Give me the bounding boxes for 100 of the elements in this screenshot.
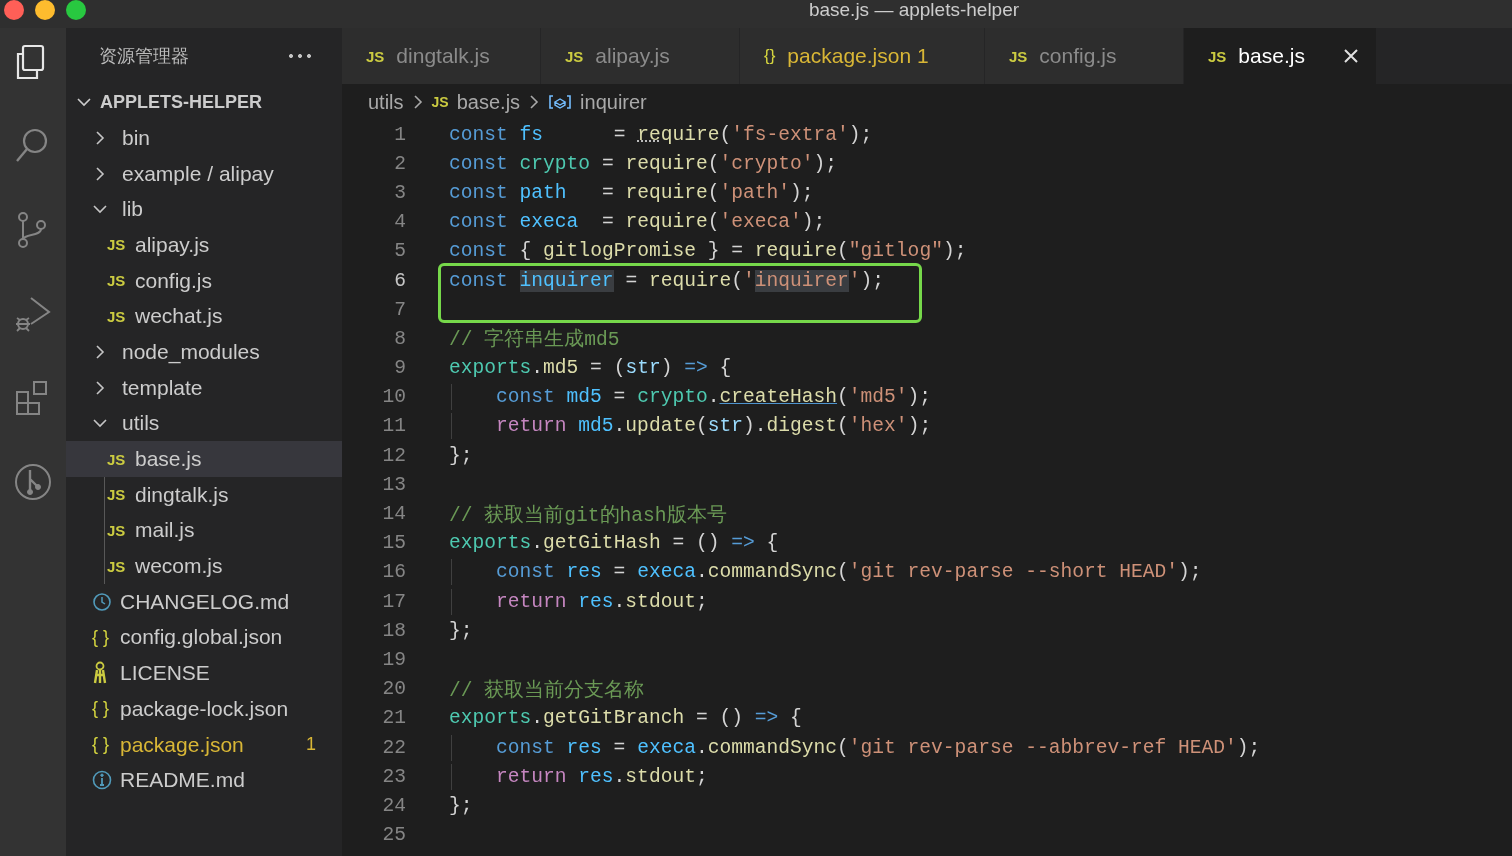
breadcrumb-item[interactable]: utils <box>368 90 404 114</box>
window-title: base.js — applets-helper <box>807 0 1021 21</box>
explorer-title: 资源管理器 <box>99 45 189 68</box>
file-item[interactable]: { } config.global.json <box>66 619 342 656</box>
js-file-icon: JS <box>107 557 126 575</box>
symbol-variable-icon <box>548 94 573 110</box>
editor-tab[interactable]: JS alipay.js <box>541 28 740 84</box>
code-line: const execa = require('execa'); <box>449 211 826 234</box>
line-number: 23 <box>381 765 406 788</box>
code-line: const res = execa.commandSync('git rev-parse --abbrev-ref HEAD'); <box>449 736 1261 759</box>
js-file-icon: JS <box>431 94 449 110</box>
more-icon[interactable] <box>288 53 312 59</box>
file-item[interactable]: CHANGELOG.md <box>66 583 342 620</box>
clock-icon <box>92 591 112 612</box>
code-line: exports.getGitHash = () => { <box>449 532 779 555</box>
code-line: return res.stdout; <box>449 765 708 788</box>
line-number: 21 <box>381 707 406 730</box>
window-close-button[interactable] <box>4 0 24 20</box>
line-number: 15 <box>381 532 406 555</box>
folder-item[interactable]: bin <box>66 120 342 156</box>
js-file-icon: JS <box>107 521 126 539</box>
window-zoom-button[interactable] <box>66 0 86 20</box>
code-line: }; <box>449 619 473 642</box>
code-line: const { gitlogPromise } = require("gitlog"); <box>449 240 967 263</box>
code-line: // 获取当前分支名称 <box>449 678 645 703</box>
line-number: 12 <box>381 444 406 467</box>
json-file-icon: { } <box>92 626 110 648</box>
git-graph-icon[interactable] <box>13 462 53 502</box>
code-line: return md5.update(str).digest('hex'); <box>449 415 932 438</box>
line-number: 8 <box>393 327 406 350</box>
editor-tab[interactable]: JS base.js <box>1184 28 1377 84</box>
js-file-icon: JS <box>107 272 126 290</box>
code-line: }; <box>449 794 473 817</box>
problem-count: 1 <box>306 734 316 756</box>
breadcrumb-item[interactable]: base.js <box>456 90 521 114</box>
editor-tab[interactable]: JS config.js <box>985 28 1184 84</box>
project-name: APPLETS-HELPER <box>100 91 263 113</box>
line-number: 17 <box>381 590 406 613</box>
close-icon[interactable] <box>1342 48 1359 64</box>
line-number: 1 <box>393 123 406 146</box>
code-line: exports.getGitBranch = () => { <box>449 707 802 730</box>
line-number: 14 <box>381 503 406 526</box>
js-file-icon: JS <box>107 486 126 504</box>
line-number: 18 <box>381 619 406 642</box>
code-line: return res.stdout; <box>449 590 708 613</box>
line-number: 20 <box>381 678 406 701</box>
run-debug-icon[interactable] <box>13 294 53 334</box>
file-item[interactable]: JS mail.js <box>66 512 342 549</box>
editor-tab[interactable]: JS dingtalk.js <box>342 28 541 84</box>
line-number: 19 <box>381 648 406 671</box>
chevron-icon <box>411 94 424 110</box>
code-line: // 字符串生成md5 <box>449 327 620 353</box>
file-item[interactable]: JS base.js <box>66 441 342 477</box>
file-item[interactable]: JS dingtalk.js <box>66 476 342 513</box>
editor-tab[interactable]: {} package.json 1 <box>740 28 985 84</box>
line-number: 3 <box>393 181 406 204</box>
js-file-icon: JS <box>107 307 126 325</box>
line-number: 10 <box>381 386 406 409</box>
file-item[interactable]: { } package-lock.json <box>66 691 342 727</box>
code-line: const crypto = require('crypto'); <box>449 152 838 175</box>
folder-item[interactable]: utils <box>66 405 342 442</box>
line-number: 2 <box>393 152 406 175</box>
line-number: 9 <box>393 357 406 380</box>
line-number: 24 <box>381 794 406 817</box>
json-file-icon: { } <box>92 698 110 720</box>
code-line: // 获取当前git的hash版本号 <box>449 503 727 528</box>
line-number: 6 <box>393 269 406 292</box>
file-item[interactable]: { } package.json 1 <box>66 726 342 763</box>
line-number: 7 <box>393 298 406 321</box>
file-item[interactable]: JS wecom.js <box>66 548 342 584</box>
line-number: 5 <box>393 240 406 263</box>
line-number: 13 <box>381 473 406 496</box>
line-number: 4 <box>393 211 406 234</box>
file-item[interactable]: README.md <box>66 762 342 799</box>
code-line: const inquirer = require('inquirer'); <box>449 269 885 292</box>
code-line: const path = require('path'); <box>449 181 814 204</box>
chevron-icon <box>528 94 541 110</box>
code-line: exports.md5 = (str) => { <box>449 357 732 380</box>
file-item[interactable]: JS config.js <box>66 262 342 299</box>
file-item[interactable]: JS wechat.js <box>66 298 342 335</box>
code-line: }; <box>449 444 473 467</box>
line-number: 16 <box>381 561 406 584</box>
line-number: 11 <box>381 415 406 438</box>
info-icon <box>92 770 112 791</box>
code-line: const md5 = crypto.createHash('md5'); <box>449 386 932 409</box>
window-minimize-button[interactable] <box>35 0 55 20</box>
folder-item[interactable]: lib <box>66 191 342 228</box>
folder-item[interactable]: example / alipay <box>66 155 342 192</box>
line-number: 22 <box>381 736 406 759</box>
file-item[interactable]: JS alipay.js <box>66 227 342 263</box>
json-file-icon: { } <box>92 734 110 756</box>
key-icon <box>92 661 108 686</box>
code-line: const res = execa.commandSync('git rev-parse --short HEAD'); <box>449 561 1202 584</box>
line-number: 25 <box>381 824 406 847</box>
file-item[interactable]: LICENSE <box>66 655 342 691</box>
js-file-icon: JS <box>107 450 126 468</box>
folder-item[interactable]: node_modules <box>66 334 342 370</box>
folder-item[interactable]: template <box>66 369 342 406</box>
code-line: const fs = require('fs-extra'); <box>449 123 873 146</box>
breadcrumb-item[interactable]: inquirer <box>580 90 647 114</box>
